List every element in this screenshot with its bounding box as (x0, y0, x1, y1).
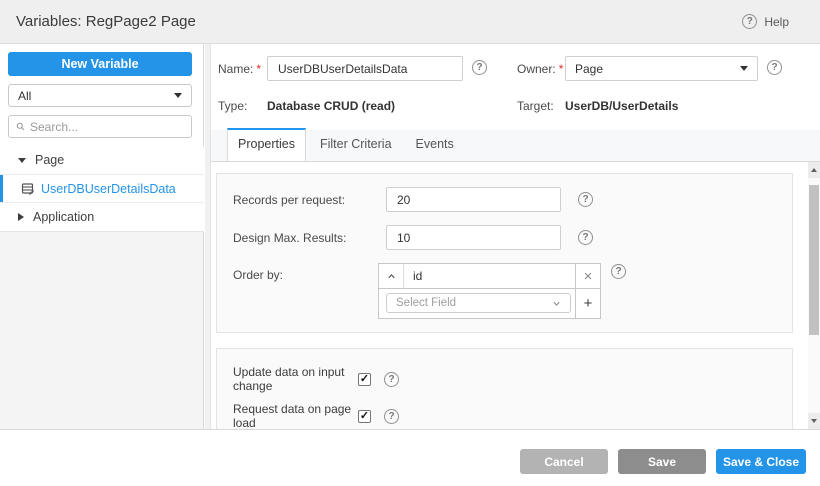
add-order-field-button[interactable] (575, 289, 600, 318)
cancel-button[interactable]: Cancel (520, 449, 608, 474)
chevron-down-icon (552, 299, 561, 308)
records-per-request-label: Records per request: (233, 193, 345, 207)
chevron-down-icon (174, 93, 182, 98)
save-and-close-button[interactable]: Save & Close (716, 449, 806, 474)
scroll-down-button[interactable] (808, 413, 820, 429)
tree-item-label: Page (35, 153, 64, 167)
update-on-change-row: Update data on input change (233, 365, 399, 393)
help-icon (742, 14, 757, 29)
target-value: UserDB/UserDetails (565, 99, 678, 113)
request-on-load-help-icon[interactable] (384, 409, 399, 424)
search-box[interactable] (8, 115, 192, 138)
database-variable-icon (21, 182, 35, 196)
select-field-placeholder: Select Field (396, 297, 552, 309)
chevron-collapsed-icon (18, 213, 24, 221)
tab-properties[interactable]: Properties (227, 128, 306, 161)
order-by-label: Order by: (233, 268, 283, 282)
vertical-scrollbar[interactable] (808, 162, 820, 429)
variable-filter-value: All (18, 89, 174, 103)
owner-value: Page (575, 62, 740, 76)
remove-order-field-button[interactable] (575, 264, 600, 289)
owner-label-text: Owner: (517, 62, 556, 76)
owner-label: Owner:* (517, 62, 563, 76)
dialog-title: Variables: RegPage2 Page (16, 0, 196, 43)
type-label: Type: (218, 99, 247, 113)
search-icon (16, 122, 25, 131)
name-help-icon[interactable] (472, 60, 487, 75)
update-on-change-label: Update data on input change (233, 365, 358, 393)
chevron-up-icon (387, 272, 396, 281)
variable-filter-select[interactable]: All (8, 84, 192, 107)
owner-help-icon[interactable] (767, 60, 782, 75)
sidebar-empty-area (0, 231, 203, 429)
request-settings-card: Records per request: Design Max. Results… (216, 173, 793, 333)
sort-direction-button[interactable] (379, 264, 404, 289)
tab-filter-criteria[interactable]: Filter Criteria (310, 129, 402, 161)
dialog-header: Variables: RegPage2 Page Help (0, 0, 820, 44)
chevron-down-icon (740, 66, 748, 71)
tree-item-userdbuserdetailsdata[interactable]: UserDBUserDetailsData (0, 174, 204, 203)
order-by-help-icon[interactable] (611, 264, 626, 279)
scroll-up-button[interactable] (808, 162, 820, 178)
search-input[interactable] (30, 120, 185, 134)
dialog-footer: Cancel Save Save & Close (0, 429, 820, 486)
records-per-request-input[interactable] (386, 187, 561, 212)
required-marker: * (256, 62, 261, 76)
variable-detail-panel: Name:* Owner:* Page Type: Database CRUD … (211, 44, 820, 429)
records-per-request-help-icon[interactable] (578, 192, 593, 207)
scrollbar-thumb[interactable] (809, 185, 819, 335)
variables-dialog: Variables: RegPage2 Page Help New Variab… (0, 0, 820, 486)
update-on-change-checkbox[interactable] (358, 373, 371, 386)
target-label: Target: (517, 99, 554, 113)
order-by-widget: id Select Field (378, 263, 601, 319)
name-label-text: Name: (218, 62, 253, 76)
arrow-up-icon (811, 168, 817, 172)
name-input[interactable] (267, 56, 463, 81)
tab-events[interactable]: Events (406, 129, 464, 161)
tree-item-application[interactable]: Application (0, 203, 204, 231)
design-max-results-help-icon[interactable] (578, 230, 593, 245)
request-on-load-label: Request data on page load (233, 402, 358, 429)
tree-item-page[interactable]: Page (0, 146, 204, 174)
arrow-down-icon (811, 419, 817, 423)
design-max-results-label: Design Max. Results: (233, 231, 346, 245)
required-marker: * (559, 62, 564, 76)
variables-sidebar: New Variable All Page (0, 44, 204, 429)
request-on-load-row: Request data on page load (233, 402, 399, 429)
save-button[interactable]: Save (618, 449, 706, 474)
owner-select[interactable]: Page (565, 56, 758, 81)
order-by-select-cell: Select Field (379, 289, 575, 318)
variables-tree: Page UserDBUserDetailsData Application (0, 146, 204, 231)
help-button[interactable]: Help (742, 14, 789, 29)
order-by-field-value[interactable]: id (404, 264, 575, 289)
design-max-results-input[interactable] (386, 225, 561, 250)
detail-tabbar: Properties Filter Criteria Events (211, 130, 820, 162)
chevron-expanded-icon (18, 158, 26, 163)
request-on-load-checkbox[interactable] (358, 410, 371, 423)
type-value: Database CRUD (read) (267, 99, 395, 113)
new-variable-button[interactable]: New Variable (8, 52, 192, 76)
name-label: Name:* (218, 62, 261, 76)
properties-tab-content: Records per request: Design Max. Results… (211, 162, 808, 429)
tree-item-label: UserDBUserDetailsData (41, 182, 176, 196)
tree-item-label: Application (33, 210, 94, 224)
help-label: Help (764, 15, 789, 29)
behavior-settings-card: Update data on input change Request data… (216, 348, 793, 429)
update-on-change-help-icon[interactable] (384, 372, 399, 387)
select-field-dropdown[interactable]: Select Field (386, 293, 571, 313)
